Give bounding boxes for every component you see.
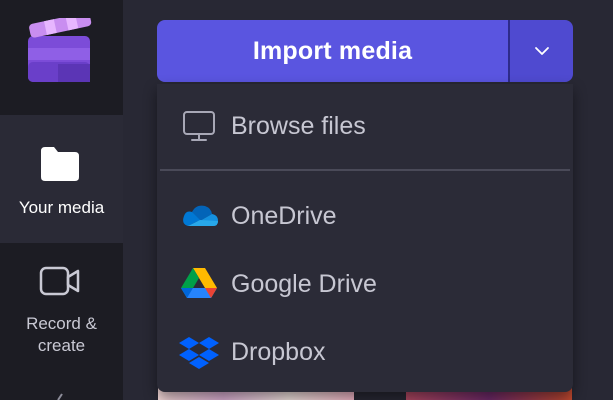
clipchamp-logo-icon[interactable] bbox=[28, 18, 92, 84]
menu-item-label: Dropbox bbox=[231, 337, 326, 366]
menu-item-browse-files[interactable]: Browse files bbox=[157, 98, 573, 154]
sidebar-item-your-media[interactable]: Your media bbox=[0, 115, 123, 243]
more-icon bbox=[57, 393, 63, 400]
import-dropdown-button[interactable] bbox=[508, 20, 573, 82]
onedrive-icon bbox=[178, 198, 220, 234]
menu-item-label: OneDrive bbox=[231, 201, 337, 230]
import-media-button[interactable]: Import media bbox=[157, 20, 508, 82]
import-media-label: Import media bbox=[252, 36, 413, 65]
video-camera-icon bbox=[39, 266, 80, 296]
import-dropdown-menu: Browse files OneDrive Google Drive Dropb… bbox=[157, 84, 573, 392]
sidebar-item-label: Your media bbox=[18, 198, 105, 217]
menu-item-google-drive[interactable]: Google Drive bbox=[157, 256, 573, 312]
menu-item-dropbox[interactable]: Dropbox bbox=[157, 324, 573, 380]
menu-divider bbox=[160, 169, 570, 171]
menu-item-label: Browse files bbox=[231, 111, 366, 140]
menu-item-onedrive[interactable]: OneDrive bbox=[157, 188, 573, 244]
logo-area bbox=[0, 0, 123, 115]
folder-icon bbox=[41, 147, 79, 181]
sidebar-item-label: Record & create bbox=[26, 314, 97, 355]
monitor-icon bbox=[178, 108, 220, 144]
sidebar-item-record-create[interactable]: Record & create bbox=[0, 243, 123, 400]
chevron-down-icon bbox=[534, 47, 549, 55]
left-rail: Your media Record & create bbox=[0, 0, 123, 400]
google-drive-icon bbox=[178, 266, 220, 302]
menu-item-label: Google Drive bbox=[231, 269, 377, 298]
dropbox-icon bbox=[178, 334, 220, 370]
